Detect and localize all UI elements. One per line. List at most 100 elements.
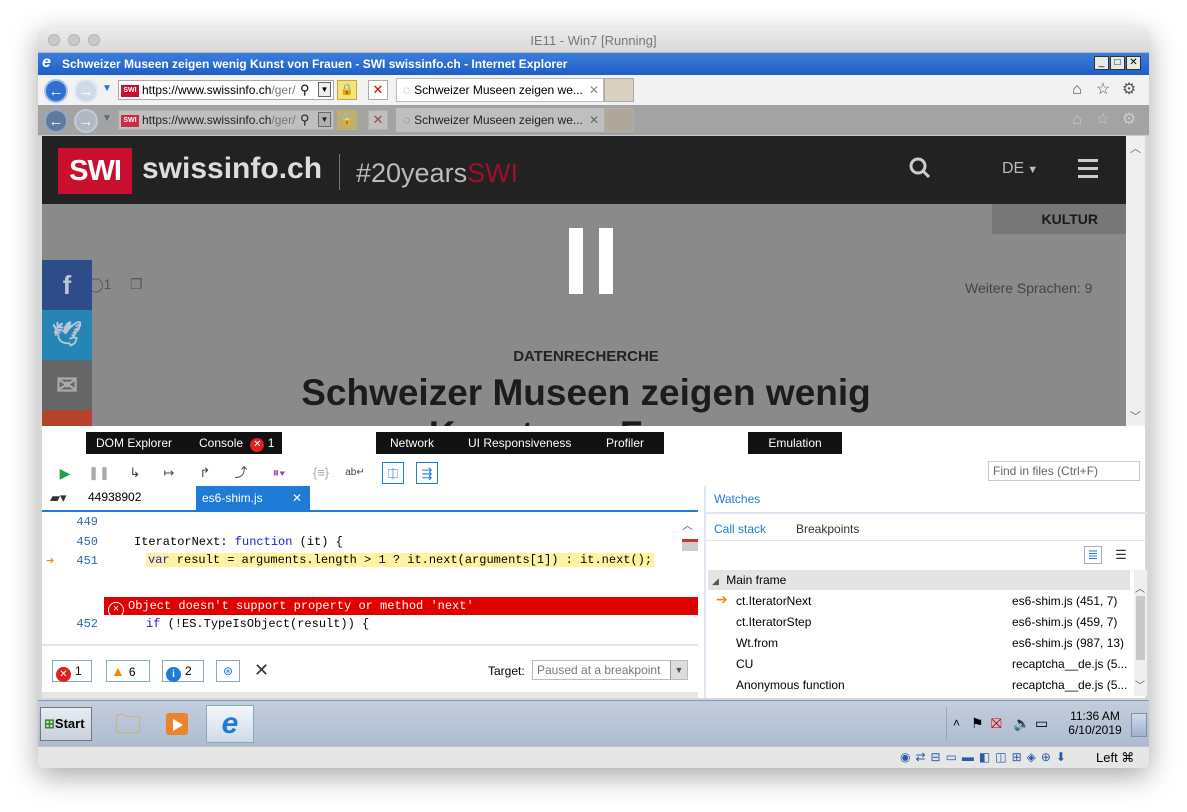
tab-close-icon[interactable]: ✕ bbox=[589, 79, 599, 101]
break-on-new-worker-icon[interactable]: ⤴ bbox=[230, 462, 252, 484]
callstack-row[interactable]: Wt.from es6-shim.js (987, 13) bbox=[736, 633, 1136, 653]
clock[interactable]: 11:36 AM 6/10/2019 bbox=[1065, 709, 1125, 737]
tray-expand-icon[interactable]: ˄ bbox=[953, 716, 960, 730]
step-out-icon[interactable]: ↱ bbox=[194, 462, 216, 484]
callstack-function: CU bbox=[736, 657, 754, 671]
scroll-down-icon[interactable]: ﹀ bbox=[1130, 408, 1141, 424]
anniversary-tag[interactable]: #20yearsSWI bbox=[356, 158, 518, 189]
tab-network[interactable]: Network bbox=[390, 432, 434, 454]
step-into-icon[interactable]: ↳ bbox=[124, 462, 146, 484]
pretty-print-icon[interactable]: {≡} bbox=[310, 462, 332, 484]
show-frames-icon[interactable]: ≣ bbox=[1084, 546, 1102, 564]
tab-console[interactable]: Console ✕ 1 bbox=[182, 432, 282, 454]
callstack-row[interactable]: Anonymous function recaptcha__de.js (5... bbox=[736, 675, 1136, 695]
async-frames-icon[interactable]: ☰ bbox=[1112, 546, 1130, 564]
vm-device-icons[interactable]: ◉⇄⊟▭▬◧◫⊞◈⊕⬇ bbox=[900, 750, 1071, 764]
just-my-code-icon[interactable]: ⎅ bbox=[382, 462, 404, 484]
clear-console-icon[interactable]: ✕ bbox=[254, 660, 269, 681]
tab-dom-explorer[interactable]: DOM Explorer bbox=[86, 432, 182, 454]
step-over-icon[interactable]: ↦ bbox=[158, 462, 180, 484]
address-dropdown-icon[interactable]: ▼ bbox=[318, 82, 331, 97]
ie-taskbar-icon[interactable]: e bbox=[206, 705, 254, 743]
callstack-function: ct.IteratorStep bbox=[736, 615, 812, 629]
search-icon[interactable]: ⚲ bbox=[300, 81, 316, 99]
info-count-filter[interactable]: i2 bbox=[162, 660, 204, 682]
new-tab-button[interactable] bbox=[604, 78, 634, 102]
maximize-button[interactable]: □ bbox=[1110, 56, 1125, 70]
home-icon[interactable]: ⌂ bbox=[1068, 81, 1086, 99]
action-center-icon[interactable]: ⚑ bbox=[971, 715, 984, 732]
site-name[interactable]: swissinfo.ch bbox=[142, 152, 322, 186]
file-tab-inactive[interactable]: 44938902 bbox=[88, 490, 141, 504]
minimize-button[interactable]: _ bbox=[1094, 56, 1109, 70]
settings-gear-icon[interactable]: ⚙ bbox=[1120, 81, 1138, 99]
display-icon[interactable]: ▭ bbox=[1035, 715, 1048, 732]
clear-on-navigate-icon[interactable]: ⊛ bbox=[216, 660, 240, 682]
main-frame-group[interactable]: ◢ Main frame bbox=[708, 570, 1130, 590]
history-dropdown-icon[interactable]: ▼ bbox=[102, 83, 112, 94]
media-player-icon[interactable] bbox=[160, 707, 196, 741]
browser-tab[interactable]: ◌ Schweizer Museen zeigen we... ✕ bbox=[396, 78, 604, 102]
code-minimap[interactable] bbox=[682, 539, 698, 557]
lock-icon: 🔒 bbox=[337, 110, 357, 130]
more-share-button[interactable]: + bbox=[42, 410, 92, 426]
scroll-thumb[interactable] bbox=[1136, 596, 1145, 660]
language-switch[interactable]: DE ▼ bbox=[1002, 160, 1038, 178]
favorites-star-icon[interactable]: ☆ bbox=[1094, 81, 1112, 99]
section-label[interactable]: KULTUR bbox=[992, 204, 1128, 234]
word-wrap-icon[interactable]: ab↵ bbox=[344, 462, 366, 484]
callstack-location: recaptcha__de.js (5... bbox=[1012, 678, 1128, 692]
network-error-icon[interactable]: ⛝ bbox=[991, 715, 1002, 732]
target-select[interactable]: Paused at a breakpoint ▼ bbox=[532, 660, 688, 680]
find-in-files-input[interactable]: Find in files (Ctrl+F) bbox=[988, 461, 1140, 481]
facebook-share-button[interactable]: f bbox=[42, 260, 92, 310]
back-arrow-icon[interactable]: ← bbox=[44, 79, 68, 103]
callstack-location: es6-shim.js (459, 7) bbox=[1012, 615, 1118, 629]
twitter-share-button[interactable]: 🕊 bbox=[42, 310, 92, 360]
explorer-folder-icon[interactable]: 🗀 bbox=[110, 707, 146, 741]
languages-link[interactable]: Weitere Sprachen: 9 bbox=[965, 280, 1092, 296]
source-map-icon[interactable]: ⇶ bbox=[416, 462, 438, 484]
continue-play-icon[interactable]: ▶ bbox=[54, 462, 76, 484]
pause-icon[interactable]: ❚❚ bbox=[88, 462, 110, 484]
code-editor[interactable]: 449 450 IteratorNext: function (it) { ➔ … bbox=[42, 511, 698, 641]
callstack-row[interactable]: ct.IteratorStep es6-shim.js (459, 7) bbox=[736, 612, 1136, 632]
vm-statusbar: ◉⇄⊟▭▬◧◫⊞◈⊕⬇ Left ⌘ bbox=[38, 746, 1149, 768]
lock-icon[interactable]: 🔒 bbox=[337, 80, 357, 100]
tab-call-stack[interactable]: Call stack bbox=[714, 522, 766, 536]
tab-breakpoints[interactable]: Breakpoints bbox=[796, 522, 859, 536]
scroll-down-icon[interactable]: ﹀ bbox=[1135, 677, 1145, 692]
tab-profiler[interactable]: Profiler bbox=[606, 432, 644, 454]
close-tab-icon[interactable]: ✕ bbox=[292, 486, 302, 510]
menu-icon[interactable] bbox=[1078, 159, 1098, 178]
close-button[interactable]: ✕ bbox=[1126, 56, 1141, 70]
horizontal-scrollbar[interactable] bbox=[42, 692, 698, 698]
tab-ui-responsiveness[interactable]: UI Responsiveness bbox=[468, 432, 571, 454]
error-count-filter[interactable]: ✕ 1 bbox=[52, 660, 92, 682]
watches-label[interactable]: Watches bbox=[714, 492, 760, 506]
watches-header[interactable]: Watches bbox=[706, 486, 1147, 514]
folder-icon[interactable]: ▰▾ bbox=[50, 490, 67, 506]
copy-icon[interactable]: ❐ bbox=[130, 276, 143, 293]
error-icon: ✕ bbox=[250, 438, 265, 452]
email-share-button[interactable]: ✉ bbox=[42, 360, 92, 410]
show-desktop-button[interactable] bbox=[1131, 713, 1147, 737]
tab-emulation[interactable]: Emulation bbox=[748, 432, 842, 454]
page-scrollbar[interactable]: ︿ ﹀ bbox=[1126, 136, 1145, 426]
stop-icon[interactable]: ✕ bbox=[368, 80, 388, 100]
exception-behavior-icon[interactable]: ⏸▾ bbox=[268, 462, 290, 484]
file-tab-active[interactable]: es6-shim.js ✕ bbox=[196, 486, 310, 510]
volume-icon[interactable]: 🔈 bbox=[1013, 715, 1030, 732]
tab-close-icon: ✕ bbox=[588, 113, 599, 127]
scroll-up-icon[interactable]: ︿ bbox=[1135, 580, 1145, 595]
search-icon[interactable] bbox=[908, 156, 932, 180]
warning-count-filter[interactable]: ▲ 6 bbox=[106, 660, 150, 682]
swi-logo[interactable]: SWI bbox=[58, 148, 132, 194]
callstack-row[interactable]: ct.IteratorNext es6-shim.js (451, 7) bbox=[736, 591, 1136, 611]
callstack-row[interactable]: CU recaptcha__de.js (5... bbox=[736, 654, 1136, 674]
forward-arrow-icon[interactable]: → bbox=[74, 79, 98, 103]
ie-logo-icon: e bbox=[42, 54, 51, 71]
scroll-up-icon[interactable]: ︿ bbox=[1130, 140, 1141, 156]
scroll-up-icon[interactable]: ︿ bbox=[682, 517, 693, 533]
start-button[interactable]: ⊞Start bbox=[40, 707, 92, 741]
